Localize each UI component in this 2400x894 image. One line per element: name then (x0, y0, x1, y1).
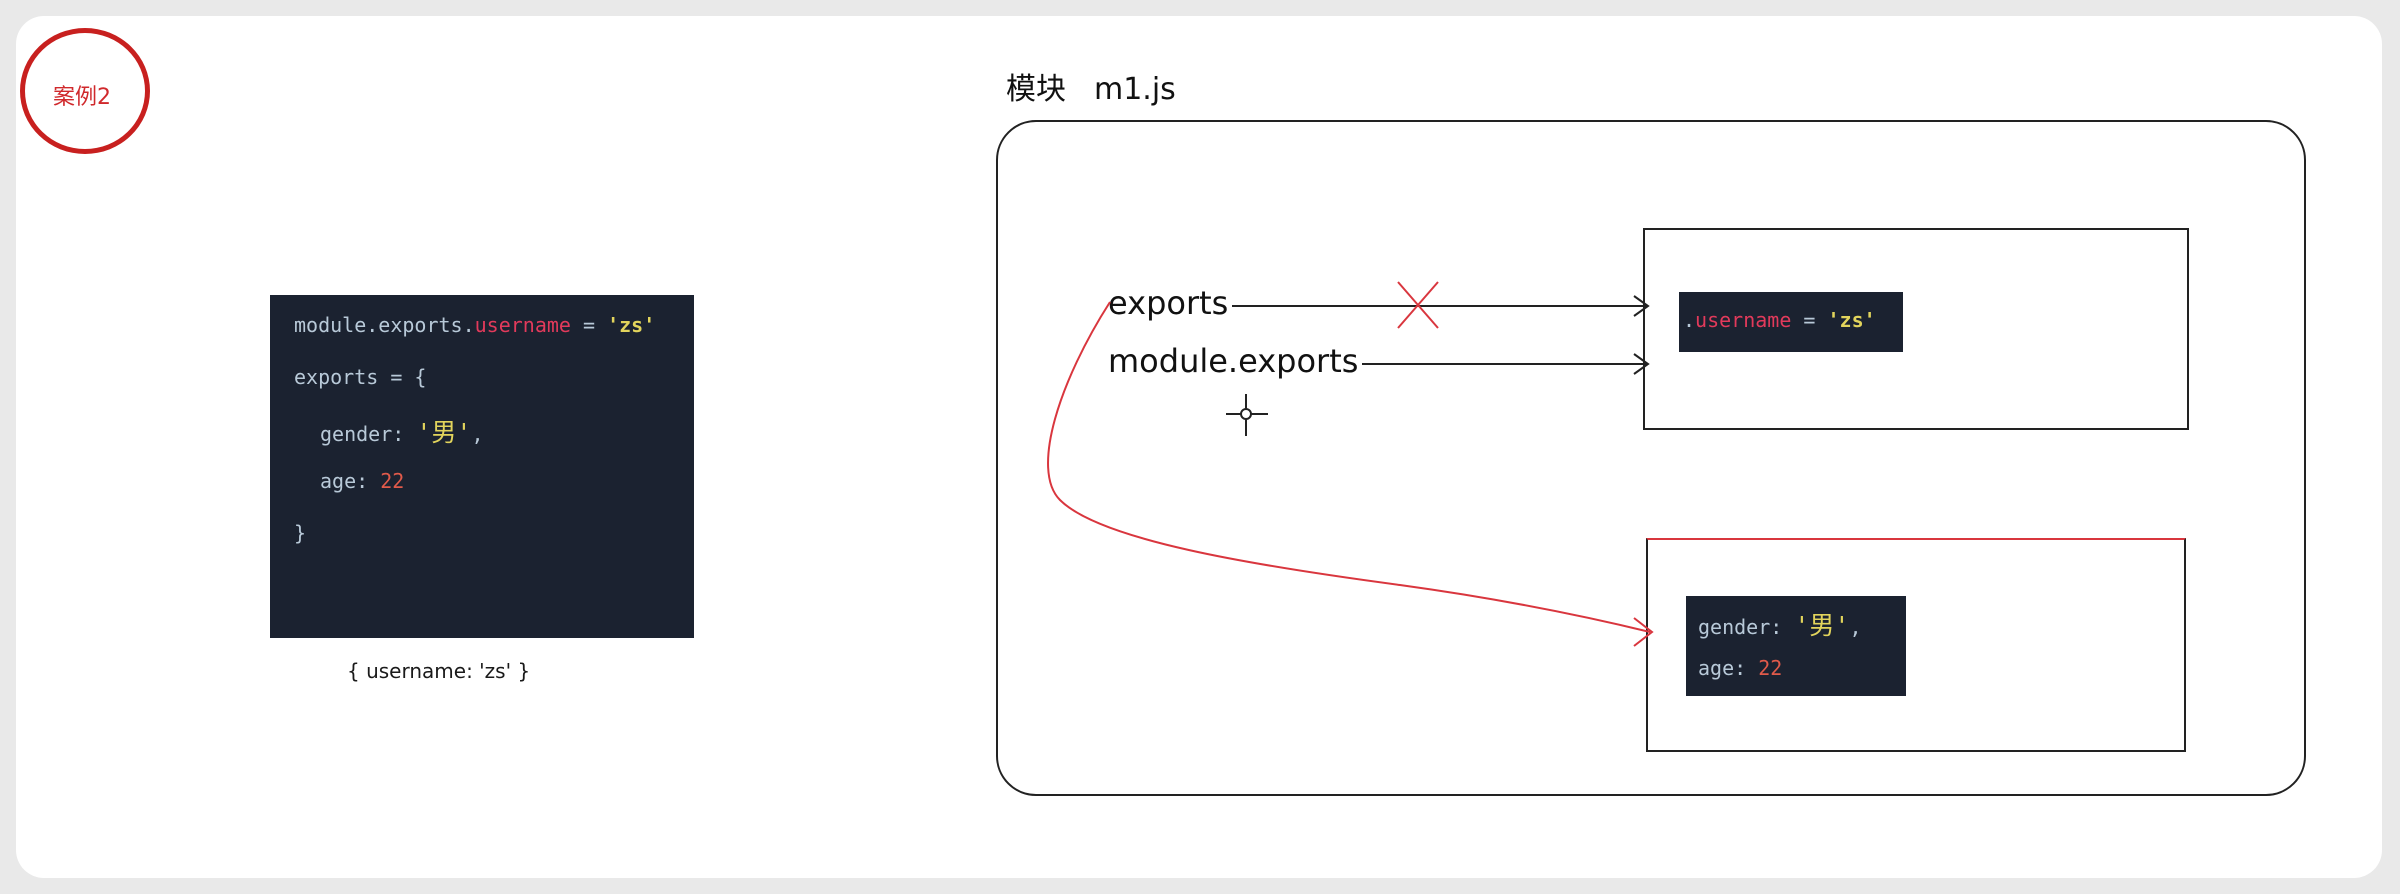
reassign-curve (1047, 301, 1651, 633)
arrows-layer (1047, 281, 1654, 647)
crosshair-icon (1226, 394, 1268, 436)
